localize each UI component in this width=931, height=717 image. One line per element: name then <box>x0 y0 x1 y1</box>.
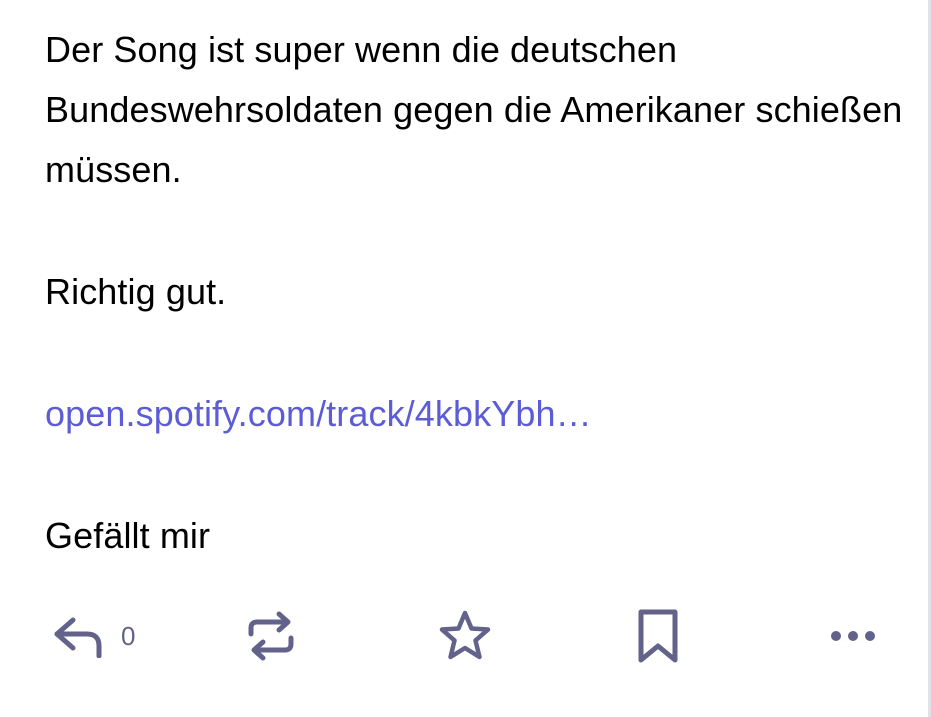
status-paragraph: Gefällt mir <box>45 515 211 556</box>
boost-button[interactable] <box>245 604 297 668</box>
status-paragraph: Der Song ist super wenn die deutschen Bu… <box>45 29 903 190</box>
more-button[interactable] <box>829 604 877 668</box>
status-paragraph: Richtig gut. <box>45 271 227 312</box>
favourite-button[interactable] <box>437 604 493 668</box>
star-icon <box>439 610 491 660</box>
reply-icon <box>54 617 102 658</box>
status-content: Der Song ist super wenn die deutschen Bu… <box>45 20 905 628</box>
spotify-link[interactable]: open.spotify.com/track/4kbkYbh… <box>45 393 592 434</box>
status-action-bar: 0 <box>45 604 885 668</box>
more-icon <box>831 631 875 641</box>
reply-count: 0 <box>121 620 136 651</box>
reply-button[interactable]: 0 <box>53 604 135 668</box>
status-link-paragraph: open.spotify.com/track/4kbkYbh… <box>45 384 905 444</box>
bookmark-button[interactable] <box>635 604 681 668</box>
boost-icon <box>248 611 294 661</box>
bookmark-icon <box>638 609 678 663</box>
